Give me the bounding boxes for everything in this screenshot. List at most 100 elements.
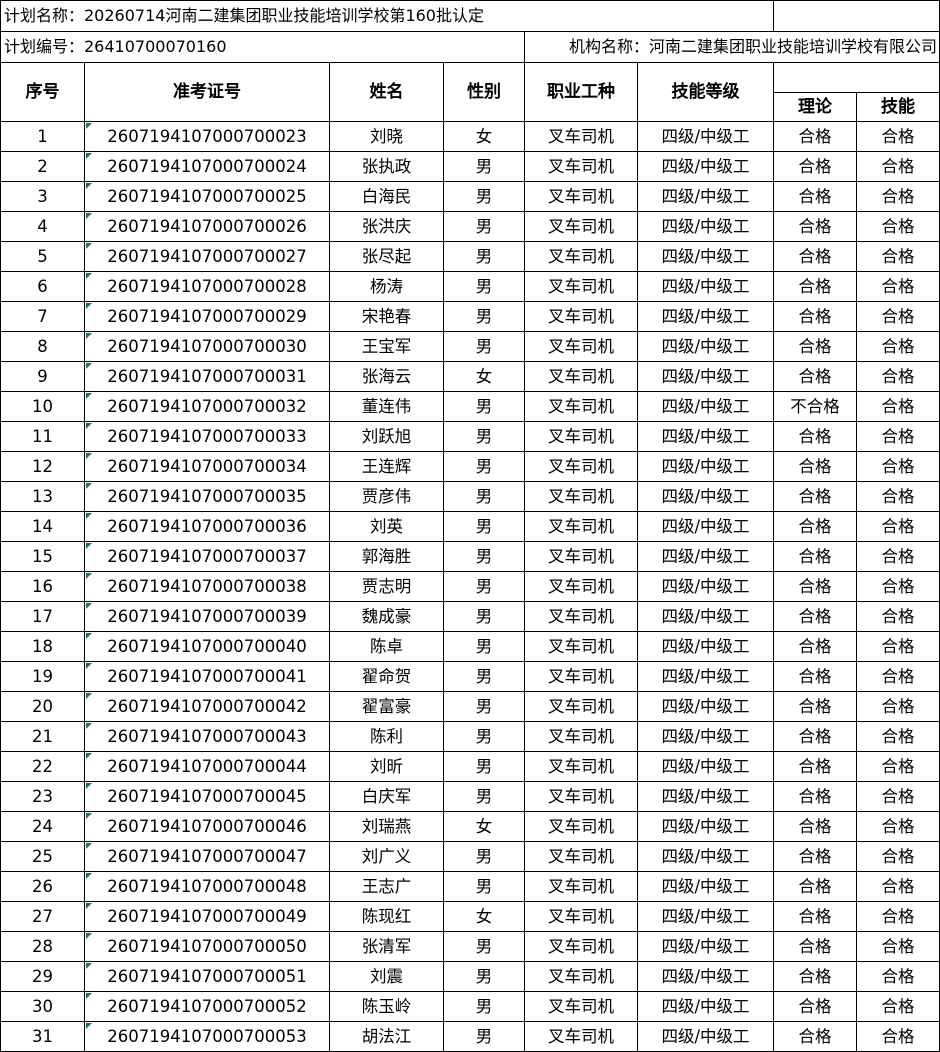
cell-gender[interactable]: 男	[443, 781, 525, 812]
cell-ticket[interactable]: 2607194107000700029	[84, 301, 330, 332]
cell-name[interactable]: 张海云	[329, 361, 444, 392]
cell-skill[interactable]: 合格	[856, 841, 940, 872]
cell-name[interactable]: 陈玉岭	[329, 991, 444, 1022]
cell-occupation[interactable]: 叉车司机	[524, 571, 638, 602]
cell-skill[interactable]: 合格	[856, 871, 940, 902]
cell-level[interactable]: 四级/中级工	[636, 601, 775, 632]
cell-gender[interactable]: 男	[443, 871, 525, 902]
cell-seq[interactable]: 1	[0, 121, 85, 152]
cell-name[interactable]: 刘跃旭	[329, 421, 444, 452]
cell-gender[interactable]: 男	[443, 331, 525, 362]
cell-ticket[interactable]: 2607194107000700030	[84, 331, 330, 362]
cell-occupation[interactable]: 叉车司机	[524, 241, 638, 272]
cell-name[interactable]: 张执政	[329, 151, 444, 182]
cell-skill[interactable]: 合格	[856, 661, 940, 692]
plan-number[interactable]: 计划编号：26410700070160	[0, 31, 525, 63]
cell-seq[interactable]: 26	[0, 871, 85, 902]
cell-gender[interactable]: 男	[443, 181, 525, 212]
cell-skill[interactable]: 合格	[856, 451, 940, 482]
cell-seq[interactable]: 8	[0, 331, 85, 362]
cell-occupation[interactable]: 叉车司机	[524, 721, 638, 752]
header-ticket[interactable]: 准考证号	[84, 62, 330, 122]
cell-gender[interactable]: 男	[443, 601, 525, 632]
cell-ticket[interactable]: 2607194107000700035	[84, 481, 330, 512]
cell-level[interactable]: 四级/中级工	[636, 811, 775, 842]
cell-occupation[interactable]: 叉车司机	[524, 931, 638, 962]
cell-occupation[interactable]: 叉车司机	[524, 781, 638, 812]
cell-seq[interactable]: 20	[0, 691, 85, 722]
cell-gender[interactable]: 男	[443, 1021, 525, 1052]
cell-level[interactable]: 四级/中级工	[636, 901, 775, 932]
cell-theory[interactable]: 合格	[773, 181, 858, 212]
cell-theory[interactable]: 合格	[773, 571, 858, 602]
cell-occupation[interactable]: 叉车司机	[524, 901, 638, 932]
cell-theory[interactable]: 合格	[773, 991, 858, 1022]
cell-name[interactable]: 刘英	[329, 511, 444, 542]
cell-theory[interactable]: 合格	[773, 601, 858, 632]
cell-theory[interactable]: 合格	[773, 331, 858, 362]
cell-occupation[interactable]: 叉车司机	[524, 511, 638, 542]
cell-skill[interactable]: 合格	[856, 211, 940, 242]
cell-gender[interactable]: 男	[443, 631, 525, 662]
cell-theory[interactable]: 不合格	[773, 391, 858, 422]
cell-occupation[interactable]: 叉车司机	[524, 661, 638, 692]
cell-ticket[interactable]: 2607194107000700046	[84, 811, 330, 842]
cell-skill[interactable]: 合格	[856, 991, 940, 1022]
cell-name[interactable]: 陈利	[329, 721, 444, 752]
header-occupation[interactable]: 职业工种	[524, 62, 638, 122]
cell-name[interactable]: 白海民	[329, 181, 444, 212]
cell-skill[interactable]: 合格	[856, 511, 940, 542]
cell-ticket[interactable]: 2607194107000700037	[84, 541, 330, 572]
cell-seq[interactable]: 4	[0, 211, 85, 242]
cell-seq[interactable]: 3	[0, 181, 85, 212]
cell-level[interactable]: 四级/中级工	[636, 211, 775, 242]
cell-level[interactable]: 四级/中级工	[636, 421, 775, 452]
cell-gender[interactable]: 男	[443, 511, 525, 542]
cell-seq[interactable]: 25	[0, 841, 85, 872]
cell-theory[interactable]: 合格	[773, 901, 858, 932]
cell-skill[interactable]: 合格	[856, 301, 940, 332]
cell-ticket[interactable]: 2607194107000700050	[84, 931, 330, 962]
cell-skill[interactable]: 合格	[856, 361, 940, 392]
cell-ticket[interactable]: 2607194107000700027	[84, 241, 330, 272]
cell-seq[interactable]: 9	[0, 361, 85, 392]
cell-seq[interactable]: 19	[0, 661, 85, 692]
cell-occupation[interactable]: 叉车司机	[524, 691, 638, 722]
cell-gender[interactable]: 男	[443, 691, 525, 722]
cell-theory[interactable]: 合格	[773, 721, 858, 752]
cell-occupation[interactable]: 叉车司机	[524, 751, 638, 782]
cell-seq[interactable]: 5	[0, 241, 85, 272]
cell-ticket[interactable]: 2607194107000700038	[84, 571, 330, 602]
header-seq[interactable]: 序号	[0, 62, 85, 122]
cell-seq[interactable]: 12	[0, 451, 85, 482]
cell-theory[interactable]: 合格	[773, 211, 858, 242]
cell-theory[interactable]: 合格	[773, 871, 858, 902]
cell-gender[interactable]: 男	[443, 481, 525, 512]
cell-ticket[interactable]: 2607194107000700031	[84, 361, 330, 392]
plan-name[interactable]: 计划名称：20260714河南二建集团职业技能培训学校第160批认定	[0, 0, 775, 32]
cell-seq[interactable]: 17	[0, 601, 85, 632]
cell-level[interactable]: 四级/中级工	[636, 331, 775, 362]
cell-gender[interactable]: 男	[443, 751, 525, 782]
cell-gender[interactable]: 男	[443, 211, 525, 242]
cell-skill[interactable]: 合格	[856, 751, 940, 782]
cell-ticket[interactable]: 2607194107000700044	[84, 751, 330, 782]
cell-gender[interactable]: 男	[443, 961, 525, 992]
cell-theory[interactable]: 合格	[773, 451, 858, 482]
cell-gender[interactable]: 男	[443, 991, 525, 1022]
cell-ticket[interactable]: 2607194107000700043	[84, 721, 330, 752]
cell-level[interactable]: 四级/中级工	[636, 691, 775, 722]
cell-name[interactable]: 张清军	[329, 931, 444, 962]
cell-seq[interactable]: 2	[0, 151, 85, 182]
header-skill[interactable]: 技能	[856, 92, 940, 122]
cell-gender[interactable]: 男	[443, 391, 525, 422]
cell-occupation[interactable]: 叉车司机	[524, 811, 638, 842]
cell-level[interactable]: 四级/中级工	[636, 481, 775, 512]
cell-theory[interactable]: 合格	[773, 481, 858, 512]
cell-skill[interactable]: 合格	[856, 931, 940, 962]
cell-level[interactable]: 四级/中级工	[636, 511, 775, 542]
cell-level[interactable]: 四级/中级工	[636, 631, 775, 662]
cell-level[interactable]: 四级/中级工	[636, 1021, 775, 1052]
cell-occupation[interactable]: 叉车司机	[524, 541, 638, 572]
cell-theory[interactable]: 合格	[773, 961, 858, 992]
